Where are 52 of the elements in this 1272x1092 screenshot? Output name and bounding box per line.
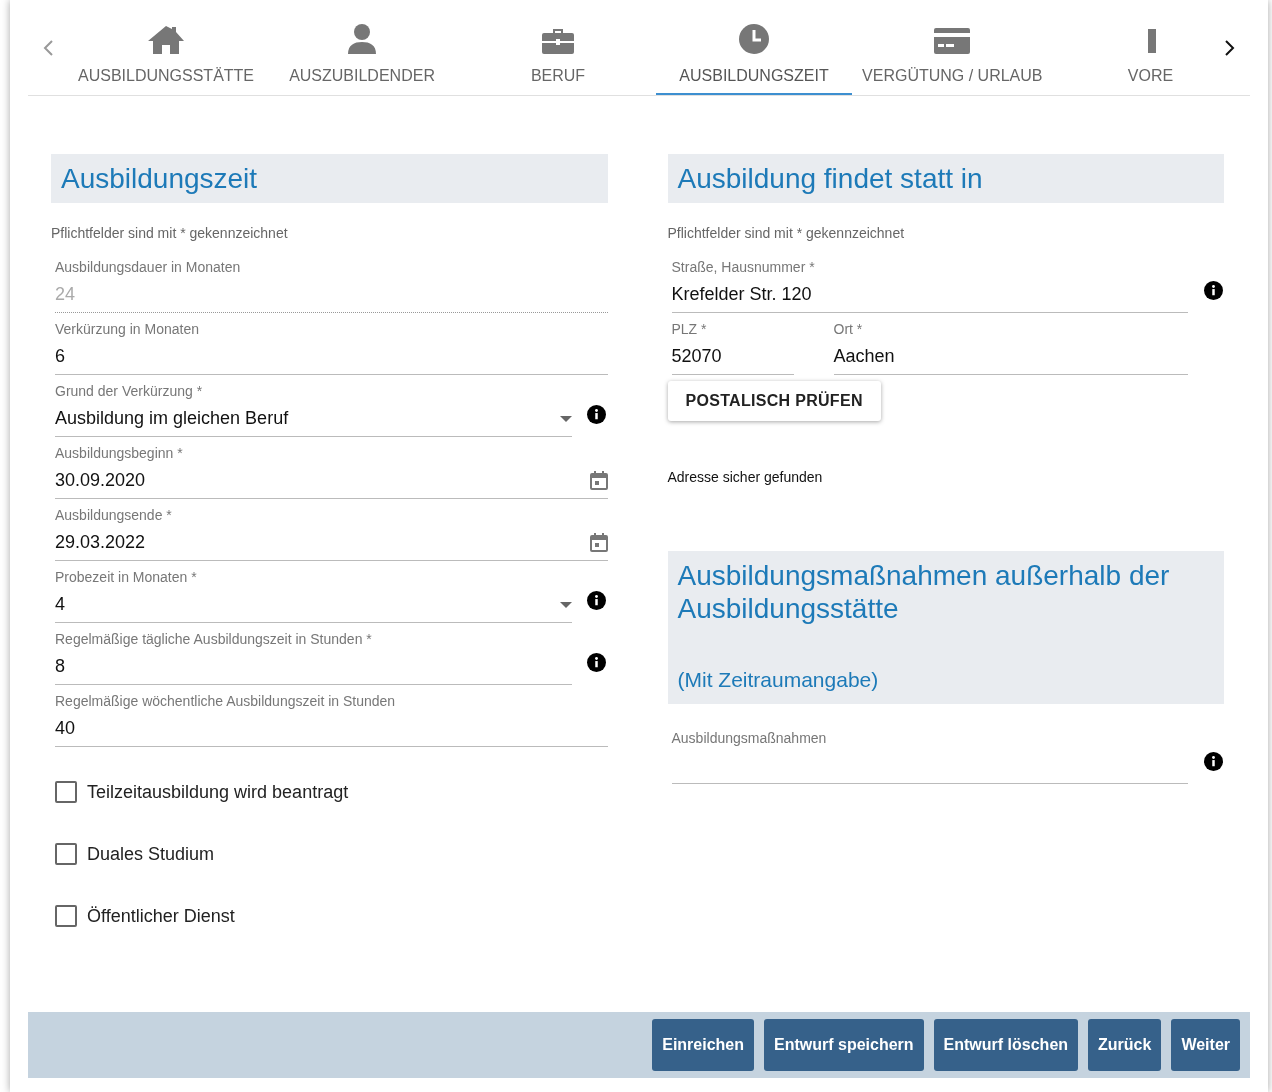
- info-icon[interactable]: [1203, 280, 1223, 300]
- section-title: Ausbildungsmaßnahmen außerhalb der Ausbildungsstätte: [677, 559, 1171, 625]
- input-field[interactable]: Ort * Aachen: [833, 321, 1188, 375]
- tab[interactable]: VORE: [1052, 0, 1210, 95]
- input-field[interactable]: Verkürzung in Monaten 6: [55, 321, 608, 375]
- footer-button[interactable]: Entwurf speichern: [764, 1019, 924, 1071]
- input-field[interactable]: PLZ * 52070: [671, 321, 794, 375]
- checkbox[interactable]: [55, 843, 77, 865]
- date-field[interactable]: Ausbildungsbeginn * 30.09.2020: [55, 445, 608, 499]
- tab[interactable]: BERUF: [460, 0, 657, 95]
- person-icon: [347, 23, 378, 55]
- info-icon[interactable]: [587, 652, 606, 672]
- dropdown-caret-icon[interactable]: [559, 415, 572, 422]
- home-icon: [147, 25, 185, 55]
- briefcase-icon: [541, 27, 576, 55]
- select-field[interactable]: Grund der Verkürzung * Ausbildung im gleichen Beruf: [55, 383, 572, 437]
- required-hint: Pflichtfelder sind mit * gekennzeichnet: [667, 225, 906, 241]
- checkbox[interactable]: [55, 781, 77, 803]
- address-check-button[interactable]: POSTALISCH PRÜFEN: [667, 381, 881, 421]
- footer-button[interactable]: Entwurf löschen: [933, 1019, 1079, 1071]
- credit-card-icon: [933, 27, 972, 55]
- footer-button[interactable]: Zurück: [1088, 1019, 1162, 1071]
- footer-button[interactable]: Einreichen: [652, 1019, 754, 1071]
- section-subtitle: (Mit Zeitraumangabe): [677, 667, 880, 693]
- section-title: Ausbildung findet statt in: [667, 154, 1224, 203]
- chevron-right-icon[interactable]: [1225, 39, 1235, 56]
- status-message: Adresse sicher gefunden: [667, 469, 824, 485]
- chevron-left-icon[interactable]: [43, 39, 53, 56]
- checkbox-label: Öffentlicher Dienst: [87, 905, 235, 927]
- section-title: Ausbildungszeit: [51, 154, 608, 203]
- info-icon[interactable]: [587, 590, 606, 610]
- info-icon[interactable]: [1203, 751, 1223, 771]
- dropdown-caret-icon[interactable]: [559, 601, 572, 608]
- tab[interactable]: AUSZUBILDENDER: [264, 0, 461, 95]
- input-field[interactable]: Straße, Hausnummer * Krefelder Str. 120: [671, 259, 1188, 313]
- input-field[interactable]: Ausbildungsmaßnahmen: [671, 730, 1188, 784]
- footer-button[interactable]: Weiter: [1171, 1019, 1240, 1071]
- calendar-icon[interactable]: [589, 471, 608, 490]
- date-field[interactable]: Ausbildungsende * 29.03.2022: [55, 507, 608, 561]
- input-field[interactable]: Regelmäßige wöchentliche Ausbildungszeit in Stunden 40: [55, 693, 608, 747]
- select-field[interactable]: Probezeit in Monaten * 4: [55, 569, 572, 623]
- checkbox-label: Duales Studium: [87, 843, 215, 865]
- clock-icon: [738, 23, 771, 55]
- calendar-icon[interactable]: [589, 533, 608, 552]
- tab[interactable]: AUSBILDUNGSSTÄTTE: [68, 0, 265, 95]
- checkbox[interactable]: [55, 905, 77, 927]
- tab[interactable]: VERGÜTUNG / URLAUB: [852, 0, 1053, 95]
- input-field[interactable]: Regelmäßige tägliche Ausbildungszeit in Stunden * 8: [55, 631, 572, 685]
- checkbox-label: Teilzeitausbildung wird beantragt: [87, 781, 349, 803]
- info-icon[interactable]: [587, 404, 606, 424]
- tab[interactable]: AUSBILDUNGSZEIT: [656, 0, 853, 95]
- required-hint: Pflichtfelder sind mit * gekennzeichnet: [51, 225, 289, 241]
